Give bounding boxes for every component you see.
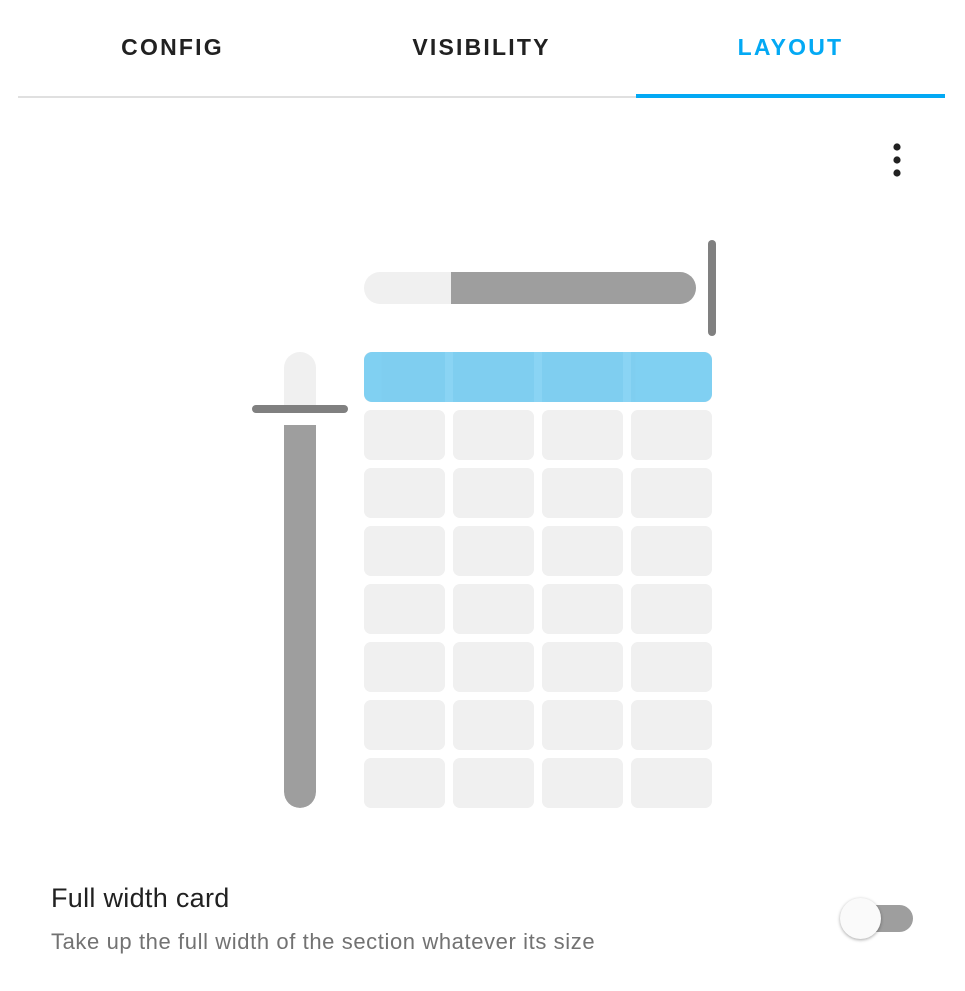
tab-layout[interactable]: LAYOUT <box>636 0 945 98</box>
row-slider-handle[interactable] <box>252 405 348 413</box>
column-size-slider[interactable] <box>364 272 696 304</box>
grid-cell[interactable] <box>542 642 623 692</box>
grid-cell[interactable] <box>364 410 445 460</box>
grid-cell[interactable] <box>542 584 623 634</box>
grid-cell[interactable] <box>631 526 712 576</box>
grid-cell[interactable] <box>631 584 712 634</box>
grid-cell[interactable] <box>453 642 534 692</box>
grid-cell[interactable] <box>364 526 445 576</box>
tab-layout-label: LAYOUT <box>737 34 844 60</box>
tab-config-label: CONFIG <box>121 34 224 60</box>
grid-cell[interactable] <box>542 758 623 808</box>
preview-column-divider <box>534 352 542 402</box>
grid-cell[interactable] <box>364 642 445 692</box>
tab-visibility-label: VISIBILITY <box>412 34 551 60</box>
preview-column-divider <box>623 352 631 402</box>
grid-cell[interactable] <box>453 758 534 808</box>
tab-visibility[interactable]: VISIBILITY <box>327 0 636 96</box>
grid-cell[interactable] <box>364 758 445 808</box>
grid-cell[interactable] <box>453 410 534 460</box>
column-slider-fill <box>451 272 696 304</box>
grid-cell[interactable] <box>453 526 534 576</box>
grid-cell[interactable] <box>364 468 445 518</box>
grid-cell[interactable] <box>364 700 445 750</box>
grid-cell[interactable] <box>631 700 712 750</box>
more-options-button[interactable] <box>875 138 919 182</box>
tab-config[interactable]: CONFIG <box>18 0 327 96</box>
toggle-thumb <box>840 898 881 939</box>
grid-size-editor <box>0 0 965 991</box>
grid-cell[interactable] <box>542 700 623 750</box>
grid-cells <box>364 352 712 808</box>
column-slider-handle[interactable] <box>708 240 716 336</box>
preview-column-divider <box>445 352 453 402</box>
full-width-toggle[interactable] <box>840 898 916 940</box>
grid-cell[interactable] <box>542 410 623 460</box>
grid-cell[interactable] <box>631 758 712 808</box>
grid-cell[interactable] <box>364 584 445 634</box>
grid-cell[interactable] <box>542 526 623 576</box>
row-slider-gap <box>284 412 316 425</box>
full-width-title: Full width card <box>51 883 230 913</box>
dots-vertical-icon <box>893 143 901 177</box>
grid-cell[interactable] <box>631 642 712 692</box>
grid-cell[interactable] <box>453 584 534 634</box>
grid-cell[interactable] <box>453 700 534 750</box>
tab-bar: CONFIG VISIBILITY LAYOUT <box>18 0 945 98</box>
grid-cell[interactable] <box>542 468 623 518</box>
grid-cell[interactable] <box>631 468 712 518</box>
row-slider-fill <box>284 425 316 808</box>
card-size-preview[interactable] <box>364 352 712 402</box>
grid-cell[interactable] <box>453 468 534 518</box>
full-width-description: Take up the full width of the section wh… <box>51 929 596 954</box>
grid-cell[interactable] <box>631 410 712 460</box>
